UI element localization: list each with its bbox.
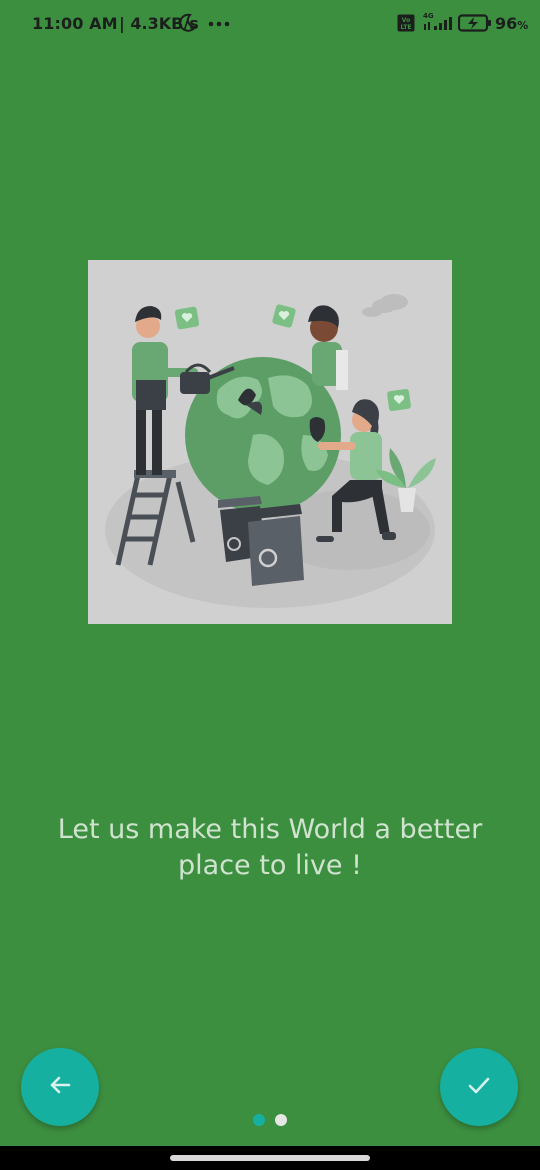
onboarding-tagline: Let us make this World a better place to… <box>57 814 483 881</box>
battery-level: 96% <box>495 14 528 33</box>
network-type-label: 4G <box>423 12 434 20</box>
status-bar: 11:00 AM | 4.3KB/s Vo LTE 4G 96% <box>0 0 540 50</box>
status-time: 11:00 AM <box>32 14 118 33</box>
page-dot-2[interactable] <box>275 1114 287 1126</box>
volte-icon: Vo LTE <box>397 14 415 32</box>
page-dot-1-active[interactable] <box>253 1114 265 1126</box>
more-dots-icon <box>207 12 231 34</box>
battery-unit: % <box>517 19 529 32</box>
home-indicator[interactable] <box>170 1155 370 1161</box>
svg-text:LTE: LTE <box>400 24 411 31</box>
back-button[interactable] <box>21 1048 99 1126</box>
people-caring-for-planet-earth-illustration <box>88 260 452 624</box>
battery-charging-icon <box>457 14 492 32</box>
checkmark-icon <box>465 1071 493 1104</box>
done-button[interactable] <box>440 1048 518 1126</box>
page-indicator <box>252 1114 292 1128</box>
moon-icon <box>176 12 198 34</box>
4g-signal-icon: 4G <box>422 10 452 32</box>
svg-text:Vo: Vo <box>402 17 410 24</box>
arrow-left-icon <box>47 1072 73 1103</box>
battery-value: 96 <box>495 14 518 33</box>
